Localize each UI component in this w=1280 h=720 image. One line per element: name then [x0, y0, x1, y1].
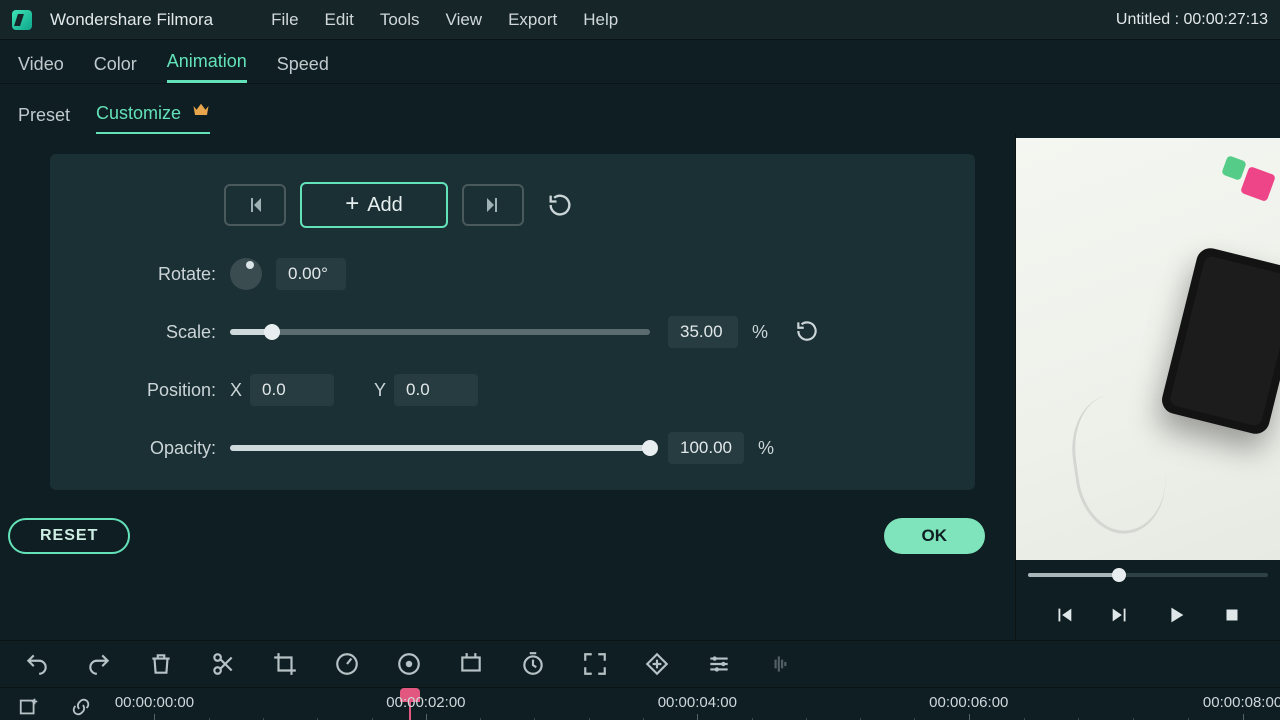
decorative-flower-icon: [1240, 166, 1276, 202]
opacity-unit: %: [758, 438, 774, 459]
add-keyframe-label: Add: [367, 194, 403, 217]
tab-color[interactable]: Color: [94, 54, 137, 83]
audio-waveform-icon[interactable]: [768, 651, 794, 677]
opacity-slider[interactable]: [230, 445, 650, 451]
premium-crown-icon: [192, 103, 210, 117]
time-label: 00:00:00:00: [115, 694, 194, 711]
time-label: 00:00:08:00: [1203, 694, 1280, 711]
main-row: + Add Rotate: 0.00°: [0, 134, 1280, 640]
animation-subtabs: Preset Customize: [0, 84, 1280, 134]
subtab-customize-label: Customize: [96, 103, 181, 123]
pos-x-label: X: [230, 380, 242, 401]
stop-button[interactable]: [1221, 604, 1243, 626]
subtab-customize[interactable]: Customize: [96, 103, 210, 134]
app-logo-icon: [12, 10, 32, 30]
preview-phone-object: [1159, 245, 1280, 437]
menu-export[interactable]: Export: [508, 10, 557, 30]
titlebar: Wondershare Filmora File Edit Tools View…: [0, 0, 1280, 40]
ok-button[interactable]: OK: [884, 518, 986, 554]
reset-button[interactable]: RESET: [8, 518, 130, 554]
pos-y-input[interactable]: 0.0: [394, 374, 478, 406]
tab-speed[interactable]: Speed: [277, 54, 329, 83]
crop-icon[interactable]: [272, 651, 298, 677]
pos-y-label: Y: [374, 380, 386, 401]
keyframe-diamond-icon[interactable]: [644, 651, 670, 677]
preview-zoom-row: [1016, 560, 1280, 590]
position-label: Position:: [126, 380, 216, 401]
adjust-icon[interactable]: [706, 651, 732, 677]
step-back-button[interactable]: [1053, 604, 1075, 626]
next-keyframe-button[interactable]: [462, 184, 524, 226]
tab-video[interactable]: Video: [18, 54, 64, 83]
time-label: 00:00:02:00: [386, 694, 465, 711]
opacity-value-input[interactable]: 100.00: [668, 432, 744, 464]
rotate-row: Rotate: 0.00°: [230, 258, 935, 290]
delete-icon[interactable]: [148, 651, 174, 677]
opacity-row: Opacity: 100.00 %: [230, 432, 935, 464]
preview-viewport[interactable]: [1016, 138, 1280, 560]
scale-reset-icon[interactable]: [794, 318, 822, 346]
reset-keyframes-icon[interactable]: [546, 191, 574, 219]
rotate-dial[interactable]: [230, 258, 262, 290]
timeline-toolbar: [0, 640, 1280, 688]
undo-icon[interactable]: [24, 651, 50, 677]
pos-x-input[interactable]: 0.0: [250, 374, 334, 406]
color-match-icon[interactable]: [396, 651, 422, 677]
position-row: Position: X 0.0 Y 0.0: [230, 374, 935, 406]
time-label: 00:00:04:00: [658, 694, 737, 711]
green-screen-icon[interactable]: [458, 651, 484, 677]
opacity-label: Opacity:: [126, 438, 216, 459]
transport-controls: [1016, 590, 1280, 640]
scale-row: Scale: 35.00 %: [230, 316, 935, 348]
redo-icon[interactable]: [86, 651, 112, 677]
scale-slider[interactable]: [230, 329, 650, 335]
project-title-timecode: Untitled : 00:00:27:13: [1116, 11, 1268, 29]
customize-panel: + Add Rotate: 0.00°: [50, 154, 975, 490]
property-tabs: Video Color Animation Speed: [0, 40, 1280, 84]
timeline-ruler-row: ⋁ 00:00:00:0000:00:02:0000:00:04:0000:00…: [0, 688, 1280, 720]
speed-icon[interactable]: [334, 651, 360, 677]
time-label: 00:00:06:00: [929, 694, 1008, 711]
preview-zoom-slider[interactable]: [1028, 573, 1268, 577]
main-menu: File Edit Tools View Export Help: [271, 10, 618, 30]
menu-file[interactable]: File: [271, 10, 298, 30]
play-button[interactable]: [1165, 604, 1187, 626]
duration-icon[interactable]: [520, 651, 546, 677]
menu-view[interactable]: View: [446, 10, 483, 30]
rotate-label: Rotate:: [126, 264, 216, 285]
tab-animation[interactable]: Animation: [167, 51, 247, 83]
panel-footer: RESET OK: [0, 490, 1015, 554]
properties-column: + Add Rotate: 0.00°: [0, 134, 1016, 640]
prev-keyframe-button[interactable]: [224, 184, 286, 226]
app-name: Wondershare Filmora: [50, 10, 213, 30]
preview-column: [1016, 134, 1280, 640]
decorative-leaf-icon: [1221, 155, 1247, 181]
step-forward-button[interactable]: [1109, 604, 1131, 626]
scale-unit: %: [752, 322, 768, 343]
menu-tools[interactable]: Tools: [380, 10, 420, 30]
scale-label: Scale:: [126, 322, 216, 343]
rotate-value-input[interactable]: 0.00°: [276, 258, 346, 290]
timeline-left-tools: [0, 688, 110, 718]
add-track-icon[interactable]: [18, 696, 40, 718]
menu-help[interactable]: Help: [583, 10, 618, 30]
link-icon[interactable]: [70, 696, 92, 718]
add-keyframe-button[interactable]: + Add: [300, 182, 448, 228]
keyframe-controls: + Add: [224, 182, 935, 228]
scale-value-input[interactable]: 35.00: [668, 316, 738, 348]
expand-icon[interactable]: [582, 651, 608, 677]
timeline-ruler[interactable]: ⋁ 00:00:00:0000:00:02:0000:00:04:0000:00…: [110, 688, 1280, 720]
menu-edit[interactable]: Edit: [325, 10, 354, 30]
subtab-preset[interactable]: Preset: [18, 105, 70, 134]
preview-cable-object: [1065, 388, 1174, 539]
split-icon[interactable]: [210, 651, 236, 677]
